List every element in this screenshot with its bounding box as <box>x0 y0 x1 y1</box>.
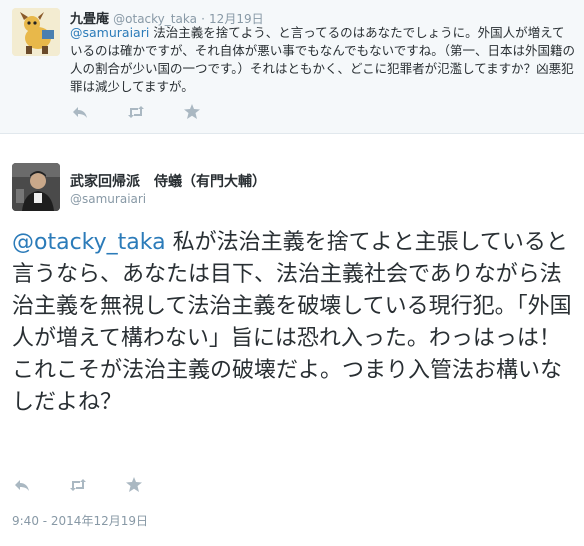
favorite-icon[interactable] <box>182 104 202 122</box>
user-handle[interactable]: @samuraiari <box>70 192 146 206</box>
display-name[interactable]: 武家回帰派 侍蟻（有門大輔） <box>70 171 266 191</box>
mention-link[interactable]: @otacky_taka <box>12 230 166 255</box>
avatar[interactable] <box>12 8 60 56</box>
tweet-text: @otacky_taka 私が法治主義を捨てよと主張していると言うなら、あなたは… <box>12 227 577 419</box>
tweet-text: @samuraiari 法治主義を捨てよう、と言ってるのはあなたでしょうに。外国… <box>70 24 575 96</box>
tweet-actions <box>70 104 202 122</box>
retweet-icon[interactable] <box>68 478 88 495</box>
avatar[interactable] <box>12 163 60 211</box>
reply-icon[interactable] <box>12 478 32 495</box>
favorite-icon[interactable] <box>124 477 144 495</box>
avatar-photo-icon <box>12 163 60 211</box>
reply-icon[interactable] <box>70 105 90 122</box>
tweet-actions <box>12 477 144 495</box>
tweet-main: 武家回帰派 侍蟻（有門大輔） @samuraiari @otacky_taka … <box>0 135 584 546</box>
retweet-icon[interactable] <box>126 105 146 122</box>
avatar-cartoon-icon <box>12 8 60 56</box>
tweet-reply-parent[interactable]: 九畳庵 @otacky_taka · 12月19日 @samuraiari 法治… <box>0 0 584 134</box>
tweet-timestamp[interactable]: 9:40 - 2014年12月19日 <box>12 512 148 529</box>
mention-link[interactable]: @samuraiari <box>70 25 149 40</box>
tweet-body: 私が法治主義を捨てよと主張していると言うなら、あなたは目下、法治主義社会でありな… <box>12 230 572 415</box>
